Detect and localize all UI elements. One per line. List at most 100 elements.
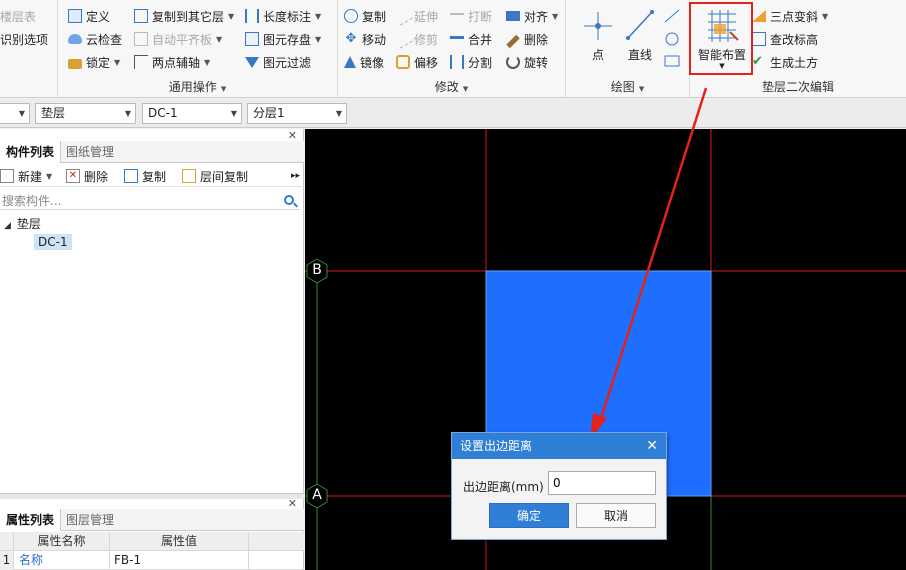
ribbon-group-floor: 楼层表 识别选项 xyxy=(0,0,58,97)
point-icon xyxy=(584,12,612,40)
delete-component-button[interactable]: ✕ 删除 xyxy=(66,166,108,186)
property-table-header: 属性名称 属性值 xyxy=(0,532,304,551)
tab-layer-manage[interactable]: 图层管理 xyxy=(60,509,120,531)
line-button[interactable]: 直线 xyxy=(618,4,662,68)
tree-item-cushion[interactable]: ◢ 垫层 xyxy=(4,215,41,232)
tab-drawing-manage[interactable]: 图纸管理 xyxy=(60,141,120,163)
chevron-down-icon: ▼ xyxy=(822,11,829,21)
copy-label: 复制 xyxy=(362,9,387,24)
length-dim-button[interactable]: 长度标注 ▼ xyxy=(245,6,321,26)
merge-button[interactable]: 合并 xyxy=(450,29,492,49)
copy-button[interactable]: 复制 xyxy=(344,6,386,26)
elevation-icon xyxy=(752,32,766,46)
trim-button[interactable]: 修剪 xyxy=(393,29,438,49)
new-component-button[interactable]: 新建 ▼ xyxy=(0,166,52,186)
element-save-button[interactable]: 图元存盘 ▼ xyxy=(245,29,321,49)
ok-button[interactable]: 确定 xyxy=(489,503,569,528)
lock-icon xyxy=(68,58,82,69)
cloud-check-button[interactable]: 云检查 xyxy=(68,29,122,49)
row-index-label: 1 xyxy=(2,553,11,567)
layer-select[interactable]: 分层1 ▼ xyxy=(247,103,347,124)
collapse-triangle-icon[interactable]: ◢ xyxy=(4,221,11,231)
cancel-button[interactable]: 取消 xyxy=(576,503,656,528)
move-button[interactable]: ✥ 移动 xyxy=(344,29,386,49)
chevron-down-icon: ▼ xyxy=(220,85,227,93)
header-index xyxy=(0,532,14,551)
move-label: 移动 xyxy=(362,32,387,47)
axis-label-a-text: A xyxy=(312,487,322,503)
split-button[interactable]: 分割 xyxy=(450,52,492,72)
element-filter-button[interactable]: 图元过滤 xyxy=(245,52,311,72)
tab-component-list[interactable]: 构件列表 xyxy=(0,141,62,163)
dialog-title-bar[interactable]: 设置出边距离 ✕ xyxy=(452,433,666,459)
element-type-select[interactable]: 垫层 ▼ xyxy=(35,103,136,124)
tree-item-dc1-label: DC-1 xyxy=(38,235,68,249)
generate-earthwork-button[interactable]: ✔ 生成土方 xyxy=(752,52,818,72)
copy-to-other-floor-button[interactable]: 复制到其它层 ▼ xyxy=(134,6,234,26)
component-search[interactable]: 搜索构件... xyxy=(0,192,300,210)
delete-button[interactable]: 删除 xyxy=(506,29,548,49)
component-tabs: 构件列表 图纸管理 xyxy=(0,141,304,163)
floor-table-button[interactable]: 楼层表 xyxy=(0,6,36,26)
floor-copy-button[interactable]: 层间复制 xyxy=(182,166,248,186)
auto-flat-slab-button[interactable]: 自动平齐板 ▼ xyxy=(134,29,222,49)
table-row[interactable]: 1 名称 FB-1 xyxy=(0,551,304,570)
tree-item-cushion-label: 垫层 xyxy=(16,217,41,231)
two-point-aux-label: 两点辅轴 xyxy=(152,55,201,70)
chevron-down-icon: ▼ xyxy=(18,109,25,118)
header-value: 属性值 xyxy=(110,532,249,551)
aux-axis-icon xyxy=(134,55,148,69)
tab-component-list-label: 构件列表 xyxy=(6,145,55,159)
chevron-down-icon: ▼ xyxy=(552,11,559,21)
axis-label-b-text: B xyxy=(312,262,322,278)
component-select[interactable]: DC-1 ▼ xyxy=(142,103,242,124)
modify-group-title-text: 修改 xyxy=(434,80,459,94)
chevron-down-icon: ▼ xyxy=(230,109,237,118)
break-button[interactable]: 打断 xyxy=(450,6,492,26)
check-elevation-label: 查改标高 xyxy=(770,32,819,47)
cloud-icon xyxy=(68,34,82,44)
rotate-button[interactable]: 旋转 xyxy=(506,52,548,72)
close-icon[interactable]: ✕ xyxy=(646,433,658,459)
extend-button[interactable]: 延伸 xyxy=(393,6,438,26)
point-label: 点 xyxy=(591,48,604,62)
mirror-icon xyxy=(344,56,356,68)
draw-extra-icons xyxy=(664,9,680,67)
cushion-group-title: 垫层二次编辑 xyxy=(690,78,906,95)
tab-property-list[interactable]: 属性列表 xyxy=(0,509,62,531)
identify-options-button[interactable]: 识别选项 xyxy=(0,29,48,49)
break-icon xyxy=(450,13,464,27)
chevron-down-icon: ▼ xyxy=(46,171,53,181)
offset-button[interactable]: 偏移 xyxy=(396,52,438,72)
line-label: 直线 xyxy=(627,48,652,62)
row-value[interactable]: FB-1 xyxy=(110,551,249,570)
mirror-button[interactable]: 镜像 xyxy=(344,52,384,72)
define-label: 定义 xyxy=(86,9,111,24)
break-label: 打断 xyxy=(468,9,493,24)
toolbar-overflow-icon[interactable]: ▸▸ xyxy=(291,166,300,186)
header-name: 属性名称 xyxy=(14,532,110,551)
ribbon-group-modify: 复制 ✥ 移动 镜像 延伸 修剪 偏移 打断 合并 分割 对齐 ▼ 删除 旋转 … xyxy=(338,0,566,97)
copy-component-button[interactable]: 复制 xyxy=(124,166,166,186)
rotate-icon xyxy=(506,55,520,69)
two-point-aux-button[interactable]: 两点辅轴 ▼ xyxy=(134,52,210,72)
three-point-slope-button[interactable]: 三点变斜 ▼ xyxy=(752,6,828,26)
slope-icon xyxy=(752,10,766,22)
align-button[interactable]: 对齐 ▼ xyxy=(506,6,558,26)
point-button[interactable]: 点 xyxy=(576,4,620,68)
search-icon[interactable] xyxy=(284,195,294,205)
tree-item-dc1[interactable]: DC-1 xyxy=(34,234,72,250)
component-toolbar: 新建 ▼ ✕ 删除 复制 层间复制 ▸▸ xyxy=(0,165,304,187)
lock-button[interactable]: 锁定 ▼ xyxy=(68,52,120,72)
check-elevation-button[interactable]: 查改标高 xyxy=(752,29,818,49)
define-button[interactable]: 定义 xyxy=(68,6,110,26)
ribbon: 楼层表 识别选项 定义 云检查 锁定 ▼ 复制到其它层 ▼ 自动平齐板 ▼ 两点辅轴 ▼ xyxy=(0,0,906,98)
common-group-title: 通用操作 ▼ xyxy=(58,78,337,95)
floor-select[interactable]: ▼ xyxy=(0,103,30,124)
property-tabs: 属性列表 图层管理 xyxy=(0,509,304,531)
chevron-down-icon: ▼ xyxy=(216,34,223,44)
dimension-icon xyxy=(245,9,259,23)
edge-distance-input[interactable] xyxy=(548,471,656,495)
panel-splitter[interactable] xyxy=(0,493,304,499)
smart-layout-highlight xyxy=(689,2,753,75)
